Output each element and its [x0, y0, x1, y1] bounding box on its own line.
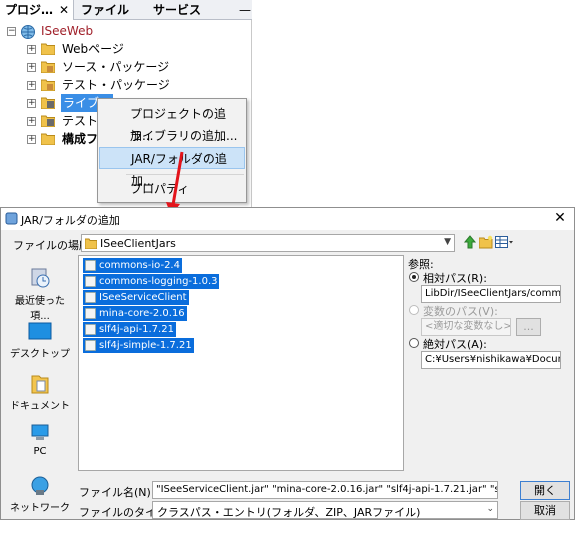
folder-icon	[41, 43, 55, 55]
absolute-path-label: 絶対パス(A):	[423, 338, 487, 351]
project-name: ISeeWeb	[41, 24, 94, 38]
file-item-label: commons-logging-1.0.3	[99, 276, 218, 287]
filename-field[interactable]: "ISeeServiceClient.jar" "mina-core-2.0.1…	[152, 481, 498, 499]
tab-projects-label: プロジ…	[5, 3, 54, 17]
tree-node-web-pages[interactable]: + Webページ	[0, 40, 250, 58]
expand-icon[interactable]: +	[27, 135, 36, 144]
app-cup-icon	[5, 212, 18, 225]
file-item[interactable]: mina-core-2.0.16	[83, 306, 187, 321]
radio-relative-path[interactable]	[409, 272, 419, 282]
menu-item-add-project[interactable]: プロジェクトの追加...	[99, 103, 245, 143]
file-item[interactable]: commons-io-2.4	[83, 258, 182, 273]
place-documents-label: ドキュメント	[10, 401, 70, 412]
tree-node-source-packages[interactable]: + ソース・パッケージ	[0, 58, 250, 76]
place-pc[interactable]: PC	[7, 422, 73, 457]
file-item[interactable]: ISeeServiceClient	[83, 290, 189, 305]
tab-close-icon[interactable]: ✕	[59, 3, 69, 17]
tab-projects[interactable]: プロジ… ✕	[0, 0, 74, 20]
open-button[interactable]: 開く	[520, 481, 570, 500]
file-item-label: mina-core-2.0.16	[99, 308, 185, 319]
relative-path-label: 相対パス(R):	[423, 272, 487, 285]
folder-icon	[41, 133, 55, 145]
variable-path-label: 変数のパス(V):	[423, 305, 498, 318]
view-menu-icon[interactable]	[495, 235, 513, 249]
place-recent-label: 最近使った項...	[15, 296, 65, 322]
place-recent[interactable]: 最近使った項...	[7, 266, 73, 322]
expand-icon[interactable]: +	[27, 117, 36, 126]
variable-browse-button[interactable]: ...	[516, 318, 541, 336]
dialog-titlebar: JAR/フォルダの追加 ✕	[1, 208, 574, 230]
tab-files-label: ファイル	[81, 3, 130, 17]
jar-file-icon	[85, 324, 96, 335]
jar-file-icon	[85, 260, 96, 271]
location-value: ISeeClientJars	[100, 237, 176, 250]
dialog-title: JAR/フォルダの追加	[21, 214, 120, 227]
minimize-icon[interactable]: —	[234, 0, 252, 20]
place-documents[interactable]: ドキュメント	[7, 373, 73, 412]
tree-node-project[interactable]: − ISeeWeb	[0, 22, 250, 40]
library-folder-icon	[41, 115, 55, 127]
file-item-label: slf4j-simple-1.7.21	[99, 340, 192, 351]
tab-services-label: サービス	[153, 3, 202, 17]
location-combo[interactable]: ISeeClientJars ▼	[81, 234, 455, 252]
desktop-icon	[28, 322, 52, 340]
documents-icon	[31, 375, 49, 394]
tree-label-web-pages: Webページ	[62, 42, 124, 56]
tree-label-test-packages: テスト・パッケージ	[62, 78, 170, 92]
place-network-label: ネットワーク	[10, 503, 70, 514]
place-network[interactable]: ネットワーク	[7, 475, 73, 514]
filetype-combo[interactable]: クラスパス・エントリ(フォルダ、ZIP、JARファイル) ⌄	[152, 501, 498, 519]
jar-file-icon	[85, 340, 96, 351]
relative-path-field[interactable]: LibDir/ISeeClientJars/commons-io-	[421, 285, 561, 303]
close-icon[interactable]: ✕	[552, 210, 568, 226]
tree-node-test-packages[interactable]: + テスト・パッケージ	[0, 76, 250, 94]
tab-files[interactable]: ファイル	[76, 0, 146, 20]
jar-file-icon	[85, 292, 96, 303]
variable-path-field[interactable]: <適切な変数なし>	[421, 318, 511, 336]
collapse-icon[interactable]: −	[7, 27, 16, 36]
tree-label-source-packages: ソース・パッケージ	[62, 60, 170, 74]
place-pc-label: PC	[33, 446, 47, 457]
file-list[interactable]: commons-io-2.4 commons-logging-1.0.3 ISe…	[78, 255, 404, 471]
folder-icon	[85, 238, 97, 249]
panel-tab-bar: プロジ… ✕ ファイル サービス —	[0, 0, 252, 20]
chevron-down-icon: ⌄	[486, 504, 494, 514]
expand-icon[interactable]: +	[27, 63, 36, 72]
radio-absolute-path[interactable]	[409, 338, 419, 348]
add-jar-folder-dialog: JAR/フォルダの追加 ✕ ファイルの場所(I): ISeeClientJars…	[0, 207, 575, 520]
package-folder-icon	[41, 61, 55, 73]
tab-services[interactable]: サービス	[148, 0, 228, 20]
file-item[interactable]: slf4j-simple-1.7.21	[83, 338, 194, 353]
computer-icon	[31, 424, 49, 440]
tree-label-config-files: 構成フ	[62, 132, 99, 146]
cancel-button[interactable]: 取消	[520, 501, 570, 520]
package-folder-icon	[41, 79, 55, 91]
expand-icon[interactable]: +	[27, 45, 36, 54]
file-item-label: commons-io-2.4	[99, 260, 180, 271]
expand-icon[interactable]: +	[27, 81, 36, 90]
recent-items-icon	[31, 268, 50, 288]
file-item[interactable]: slf4j-api-1.7.21	[83, 322, 176, 337]
place-desktop-label: デスクトップ	[10, 349, 70, 360]
absolute-path-field[interactable]: C:¥Users¥nishikawa¥Documents¥Ne	[421, 351, 561, 369]
web-project-globe-icon	[21, 25, 35, 39]
network-icon	[31, 476, 49, 495]
jar-file-icon	[85, 276, 96, 287]
radio-variable-path[interactable]	[409, 305, 419, 315]
file-item-label: ISeeServiceClient	[99, 292, 187, 303]
filename-label: ファイル名(N):	[79, 486, 155, 499]
file-item[interactable]: commons-logging-1.0.3	[83, 274, 220, 289]
new-folder-icon[interactable]	[479, 235, 493, 249]
expand-icon[interactable]: +	[27, 99, 36, 108]
chevron-down-icon: ▼	[444, 237, 451, 247]
place-desktop[interactable]: デスクトップ	[7, 321, 73, 360]
filetype-value: クラスパス・エントリ(フォルダ、ZIP、JARファイル)	[157, 506, 421, 519]
library-folder-icon	[41, 97, 55, 109]
jar-file-icon	[85, 308, 96, 319]
menu-item-add-library[interactable]: ライブラリの追加...	[99, 125, 245, 147]
file-item-label: slf4j-api-1.7.21	[99, 324, 174, 335]
up-folder-icon[interactable]	[463, 235, 477, 249]
